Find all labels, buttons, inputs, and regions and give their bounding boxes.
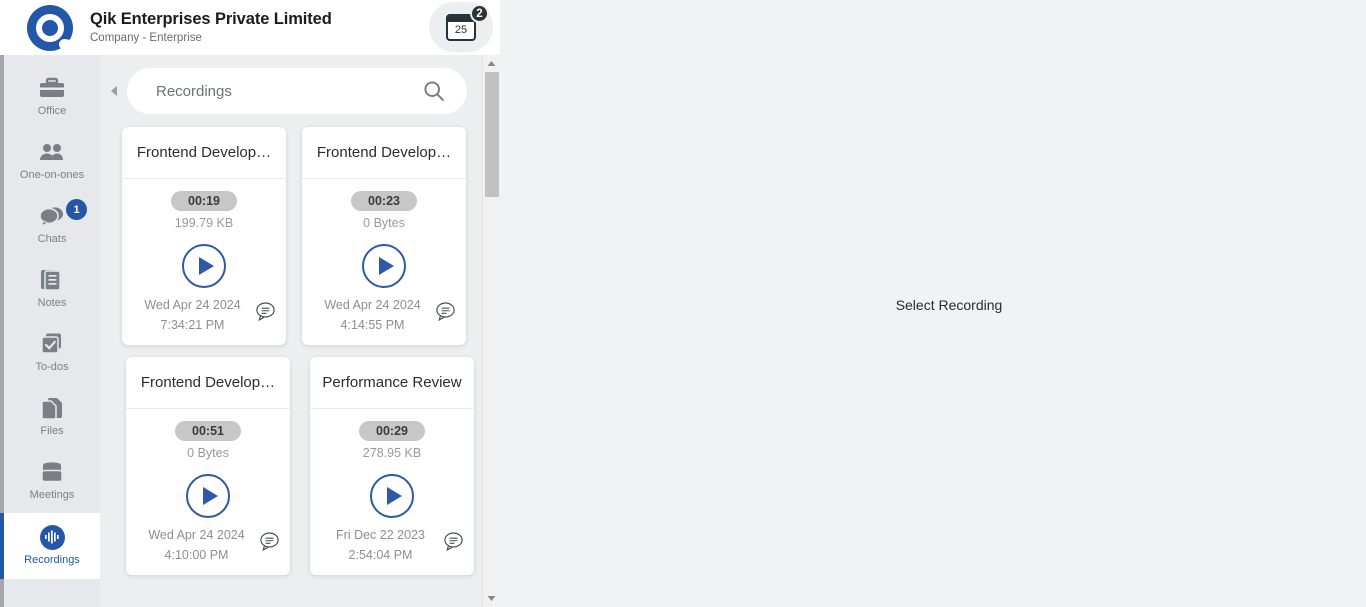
chats-unread-badge: 1 [66,199,87,220]
recording-title: Frontend Develop… [122,127,286,179]
company-name: Qik Enterprises Private Limited [90,10,332,28]
recording-title: Frontend Develop… [302,127,466,179]
app-root: Qik Enterprises Private Limited Company … [0,0,1366,607]
recording-duration: 00:51 [175,421,241,441]
recordings-list-panel: Frontend Develop… 00:19 199.79 KB Wed Ap… [100,55,500,607]
sidebar-item-label: To-dos [35,361,69,373]
recording-date: Wed Apr 24 2024 [324,298,421,312]
sidebar-item-label: One-on-ones [19,169,85,181]
sidebar-item-label: Notes [37,297,67,309]
recording-duration: 00:23 [351,191,417,211]
recording-card[interactable]: Frontend Develop… 00:51 0 Bytes Wed Apr … [126,357,290,575]
search-row [100,55,500,114]
briefcase-icon [39,76,65,100]
sidebar-item-files[interactable]: Files [4,385,100,449]
qik-logo-icon [27,4,73,51]
select-recording-placeholder: Select Recording [895,297,1003,313]
recording-time: 2:54:04 PM [348,548,413,562]
files-icon [39,396,65,420]
comment-icon[interactable] [435,301,456,327]
recording-date: Fri Dec 22 2023 [336,528,425,542]
recording-time: 4:10:00 PM [164,548,229,562]
sidebar-item-label: Office [37,105,67,117]
recording-datetime: Fri Dec 22 2023 2:54:04 PM [318,525,443,565]
cards-scroll-area[interactable]: Frontend Develop… 00:19 199.79 KB Wed Ap… [100,114,500,607]
recording-title: Performance Review [310,357,474,409]
recording-card-footer: Fri Dec 22 2023 2:54:04 PM [310,519,474,575]
notes-icon [39,268,65,292]
scroll-down-arrow-icon[interactable] [483,590,500,607]
header-title-block: Qik Enterprises Private Limited Company … [90,9,332,46]
calendar-badge: 2 [470,4,489,23]
play-icon[interactable] [186,474,230,518]
company-subtitle: Company - Enterprise [90,32,202,44]
sidebar-nav: Office One-on-ones 1 Chats Notes To-dos … [0,55,100,607]
sidebar-item-chats[interactable]: 1 Chats [4,193,100,257]
sidebar-item-label: Recordings [24,554,80,566]
search-icon[interactable] [423,80,445,107]
search-input[interactable] [156,82,411,100]
recording-card-body: 00:29 278.95 KB [310,409,474,519]
recording-date: Wed Apr 24 2024 [144,298,241,312]
collapse-left-arrow-icon[interactable] [103,85,125,97]
recording-filesize: 0 Bytes [363,216,405,230]
recording-card[interactable]: Performance Review 00:29 278.95 KB Fri D… [310,357,474,575]
scroll-up-arrow-icon[interactable] [483,55,500,72]
sidebar-item-label: Chats [37,233,67,245]
recording-title: Frontend Develop… [126,357,290,409]
recording-card[interactable]: Frontend Develop… 00:23 0 Bytes Wed Apr … [302,127,466,345]
sidebar-item-meetings[interactable]: Meetings [4,449,100,513]
recording-card-footer: Wed Apr 24 2024 7:34:21 PM [122,289,286,345]
calendar-button[interactable]: 25 2 [429,2,493,52]
sidebar-item-one-on-ones[interactable]: One-on-ones [4,129,100,193]
recording-filesize: 278.95 KB [362,446,422,460]
sidebar-item-label: Meetings [29,489,75,501]
sidebar-item-recordings[interactable]: Recordings [0,513,100,579]
app-header: Qik Enterprises Private Limited Company … [0,0,500,55]
people-icon [39,140,65,164]
header-right-filler [500,0,1366,55]
sidebar-item-to-dos[interactable]: To-dos [4,321,100,385]
chat-bubbles-icon [39,204,65,228]
recording-date: Wed Apr 24 2024 [148,528,245,542]
sidebar-item-notes[interactable]: Notes [4,257,100,321]
recording-card-footer: Wed Apr 24 2024 4:10:00 PM [126,519,290,575]
recording-card-body: 00:23 0 Bytes [302,179,466,289]
meetings-icon [39,460,65,484]
recording-filesize: 199.79 KB [174,216,234,230]
waveform-icon [39,524,65,550]
calendar-day: 25 [454,23,468,36]
recording-card[interactable]: Frontend Develop… 00:19 199.79 KB Wed Ap… [122,127,286,345]
recording-card-body: 00:19 199.79 KB [122,179,286,289]
sidebar-item-office[interactable]: Office [4,65,100,129]
play-icon[interactable] [370,474,414,518]
recording-card-footer: Wed Apr 24 2024 4:14:55 PM [302,289,466,345]
recording-time: 7:34:21 PM [160,318,225,332]
comment-icon[interactable] [259,531,280,557]
recording-datetime: Wed Apr 24 2024 7:34:21 PM [130,295,255,335]
play-icon[interactable] [362,244,406,288]
play-icon[interactable] [182,244,226,288]
recording-card-body: 00:51 0 Bytes [126,409,290,519]
comment-icon[interactable] [255,301,276,327]
scrollbar-thumb[interactable] [485,72,499,197]
recording-datetime: Wed Apr 24 2024 4:14:55 PM [310,295,435,335]
recording-time: 4:14:55 PM [340,318,405,332]
sidebar-item-label: Files [40,425,64,437]
recording-duration: 00:29 [359,421,425,441]
recording-filesize: 0 Bytes [187,446,229,460]
recording-cards-grid: Frontend Develop… 00:19 199.79 KB Wed Ap… [100,127,500,575]
scrollbar-track[interactable] [483,72,500,590]
checkbox-stack-icon [39,332,65,356]
recording-datetime: Wed Apr 24 2024 4:10:00 PM [134,525,259,565]
comment-icon[interactable] [443,531,464,557]
body-row: Office One-on-ones 1 Chats Notes To-dos … [0,55,1366,607]
list-scrollbar[interactable] [482,55,500,607]
recording-detail-pane: Select Recording [500,55,1366,607]
search-box[interactable] [127,68,467,114]
recording-duration: 00:19 [171,191,237,211]
